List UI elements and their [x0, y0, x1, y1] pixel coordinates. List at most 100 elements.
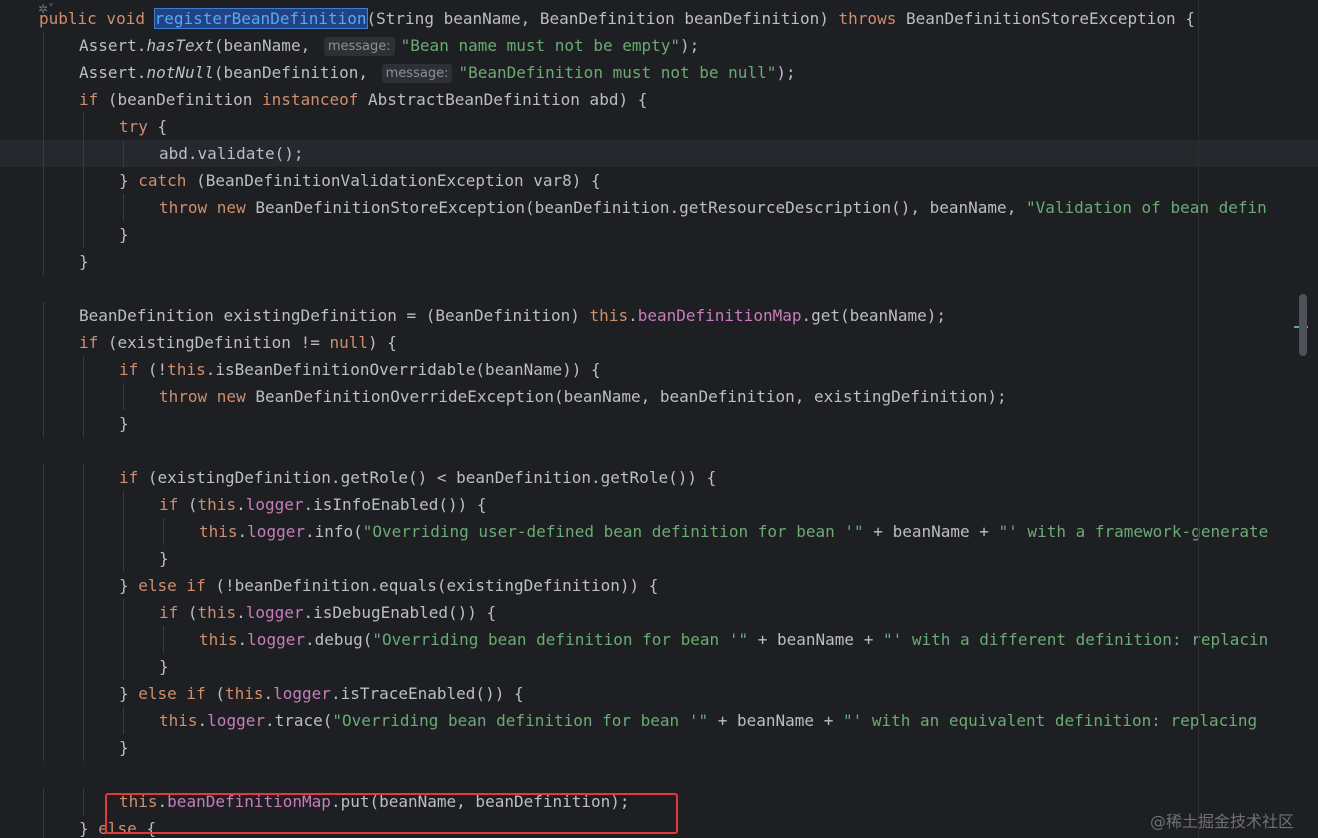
code-line[interactable]: [0, 275, 1318, 302]
code-token: (String beanName, BeanDefinition beanDef…: [366, 9, 839, 28]
code-token: .trace(: [264, 711, 333, 730]
code-token: );: [776, 63, 796, 82]
code-line[interactable]: if (this.logger.isDebugEnabled()) {: [0, 599, 1318, 626]
code-line[interactable]: }: [0, 248, 1318, 275]
field-token: logger: [245, 603, 304, 622]
code-token: AbstractBeanDefinition abd) {: [368, 90, 648, 109]
keyword-token: else if: [138, 684, 216, 703]
code-token: Assert.: [79, 36, 147, 55]
field-token: logger: [247, 522, 305, 541]
indent-guide: [83, 221, 84, 248]
indent-guide: [123, 545, 124, 572]
indent-guide: [83, 113, 84, 140]
indent-guide: [43, 329, 44, 356]
indent-guide: [43, 599, 44, 626]
code-token: }: [79, 819, 99, 838]
code-token: + beanName +: [863, 522, 999, 541]
code-line[interactable]: abd.validate();: [0, 140, 1318, 167]
indent-guide: [43, 815, 44, 838]
indent-guide: [43, 194, 44, 221]
string-literal: "Overriding user-defined bean definition…: [362, 522, 864, 541]
vertical-scrollbar[interactable]: [1299, 294, 1307, 356]
code-token: (beanDefinition,: [213, 63, 378, 82]
code-line[interactable]: [0, 761, 1318, 788]
indent-guide: [83, 545, 84, 572]
indent-guide: [83, 167, 84, 194]
indent-guide: [83, 653, 84, 680]
code-line[interactable]: public void registerBeanDefinition(Strin…: [0, 5, 1318, 32]
indent-guide: [43, 383, 44, 410]
indent-guide: [83, 572, 84, 599]
selected-method-name[interactable]: registerBeanDefinition: [153, 8, 368, 29]
code-token: .: [236, 495, 246, 514]
code-line[interactable]: try {: [0, 113, 1318, 140]
string-literal: "Bean name must not be empty": [400, 36, 681, 55]
code-editor[interactable]: ✲˅ public void registerBeanDefinition(St…: [0, 0, 1318, 838]
code-line[interactable]: if (existingDefinition != null) {: [0, 329, 1318, 356]
keyword-token: if: [79, 90, 108, 109]
indent-guide: [163, 626, 164, 653]
keyword-token: throw new: [159, 198, 256, 217]
code-line[interactable]: }: [0, 545, 1318, 572]
code-line[interactable]: if (beanDefinition instanceof AbstractBe…: [0, 86, 1318, 113]
code-line[interactable]: }: [0, 410, 1318, 437]
code-line[interactable]: throw new BeanDefinitionOverrideExceptio…: [0, 383, 1318, 410]
code-line[interactable]: } catch (BeanDefinitionValidationExcepti…: [0, 167, 1318, 194]
code-token: + beanName +: [748, 630, 883, 649]
indent-guide: [123, 140, 124, 167]
code-token: .: [237, 522, 248, 541]
code-line[interactable]: if (this.logger.isInfoEnabled()) {: [0, 491, 1318, 518]
keyword-token: try: [119, 117, 158, 136]
code-line[interactable]: Assert.notNull(beanDefinition, message: "…: [0, 59, 1318, 86]
indent-guide: [43, 59, 44, 86]
keyword-token: public void: [39, 9, 155, 28]
keyword-token: this: [224, 684, 264, 703]
indent-guide: [43, 167, 44, 194]
code-token: (beanDefinition: [107, 90, 263, 109]
code-token: }: [119, 684, 139, 703]
code-line[interactable]: this.logger.info("Overriding user-define…: [0, 518, 1318, 545]
code-token: (existingDefinition.getRole() < beanDefi…: [147, 468, 717, 487]
code-line[interactable]: BeanDefinition existingDefinition = (Bea…: [0, 302, 1318, 329]
code-line[interactable]: }: [0, 653, 1318, 680]
code-line[interactable]: }: [0, 221, 1318, 248]
keyword-token: this: [589, 306, 629, 325]
indent-guide: [83, 626, 84, 653]
string-literal: "' with a framework-generate: [998, 522, 1269, 541]
code-line[interactable]: Assert.hasText(beanName, message: "Bean n…: [0, 32, 1318, 59]
code-line[interactable]: } else if (this.logger.isTraceEnabled())…: [0, 680, 1318, 707]
code-line[interactable]: if (existingDefinition.getRole() < beanD…: [0, 464, 1318, 491]
indent-guide: [43, 707, 44, 734]
code-line[interactable]: if (!this.isBeanDefinitionOverridable(be…: [0, 356, 1318, 383]
indent-guide: [123, 518, 124, 545]
keyword-token: if: [119, 360, 148, 379]
parameter-hint: message:: [381, 64, 453, 83]
code-line[interactable]: [0, 437, 1318, 464]
indent-guide: [43, 113, 44, 140]
code-token: }: [119, 738, 129, 757]
indent-guide: [43, 464, 44, 491]
code-line[interactable]: }: [0, 734, 1318, 761]
code-token: .: [236, 603, 246, 622]
indent-guide: [123, 491, 124, 518]
code-token: (!beanDefinition.equals(existingDefiniti…: [215, 576, 659, 595]
code-token: .isBeanDefinitionOverridable(beanName)) …: [205, 360, 601, 379]
code-line[interactable]: throw new BeanDefinitionStoreException(b…: [0, 194, 1318, 221]
code-token: .: [628, 306, 638, 325]
code-token: Assert.: [79, 63, 147, 82]
code-token: .: [237, 630, 248, 649]
code-line[interactable]: this.logger.trace("Overriding bean defin…: [0, 707, 1318, 734]
code-token: (: [187, 603, 198, 622]
right-margin-guide: [1198, 0, 1199, 838]
indent-guide: [43, 680, 44, 707]
code-token: (beanName,: [213, 36, 320, 55]
field-token: logger: [273, 684, 331, 703]
code-line[interactable]: } else if (!beanDefinition.equals(existi…: [0, 572, 1318, 599]
code-token: }: [79, 252, 89, 271]
field-token: beanDefinitionMap: [637, 306, 802, 325]
code-line[interactable]: this.logger.debug("Overriding bean defin…: [0, 626, 1318, 653]
keyword-token: if: [119, 468, 148, 487]
field-token: logger: [207, 711, 265, 730]
code-token: .isInfoEnabled()) {: [303, 495, 487, 514]
indent-guide: [43, 221, 44, 248]
